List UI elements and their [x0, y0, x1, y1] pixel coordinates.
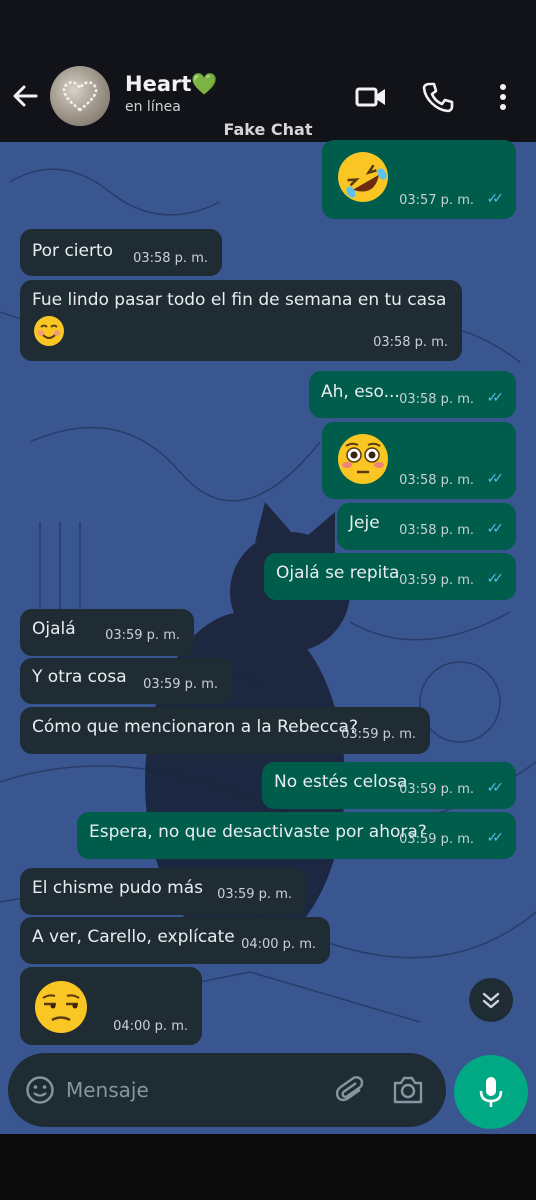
- bottom-bar: [0, 1134, 536, 1200]
- message-bubble-in[interactable]: Fue lindo pasar todo el fin de semana en…: [20, 280, 462, 361]
- contact-status: en línea: [125, 99, 181, 115]
- message-bubble-in[interactable]: El chisme pudo más 03:59 p. m.: [20, 868, 306, 915]
- message-time: 03:59 p. m.: [341, 727, 416, 742]
- message-time: 03:59 p. m.: [399, 832, 474, 847]
- message-bubble-in[interactable]: Y otra cosa 03:59 p. m.: [20, 658, 232, 704]
- message-bubble-out[interactable]: Ojalá se repita 03:59 p. m. ✓✓: [264, 553, 516, 600]
- message-time: 03:59 p. m.: [399, 782, 474, 797]
- more-options-icon[interactable]: [486, 80, 520, 114]
- message-input-bar[interactable]: Mensaje: [8, 1053, 446, 1127]
- read-ticks-icon: ✓✓: [486, 780, 505, 796]
- read-ticks-icon: ✓✓: [486, 521, 505, 537]
- read-ticks-icon: ✓✓: [486, 191, 505, 207]
- mic-button[interactable]: [454, 1055, 528, 1129]
- message-text: Fue lindo pasar todo el fin de semana en…: [32, 290, 447, 310]
- smiling-face-emoji-icon: [34, 316, 64, 346]
- mic-icon: [479, 1077, 503, 1107]
- back-arrow-icon[interactable]: [10, 80, 42, 112]
- message-bubble-out[interactable]: Espera, no que desactivaste por ahora? 0…: [77, 812, 516, 859]
- message-time: 03:58 p. m.: [399, 473, 474, 488]
- message-text: Y otra cosa: [32, 667, 127, 687]
- message-bubble-out[interactable]: Ah, eso... 03:58 p. m. ✓✓: [309, 371, 516, 418]
- message-text: Cómo que mencionaron a la Rebecca?: [32, 717, 358, 737]
- avatar[interactable]: [50, 66, 110, 126]
- message-time: 03:57 p. m.: [399, 193, 474, 208]
- message-bubble-in[interactable]: A ver, Carello, explícate 04:00 p. m.: [20, 917, 330, 964]
- message-time: 03:59 p. m.: [217, 887, 292, 902]
- rolling-laughing-emoji-icon: [338, 152, 388, 202]
- message-time: 03:58 p. m.: [133, 251, 208, 266]
- message-text: Ah, eso...: [321, 382, 400, 402]
- message-text: Jeje: [349, 513, 380, 533]
- message-text: Ojalá se repita: [276, 563, 400, 583]
- fake-chat-label: Fake Chat: [223, 120, 313, 139]
- message-time: 03:59 p. m.: [143, 677, 218, 692]
- message-bubble-out[interactable]: 03:57 p. m. ✓✓: [322, 140, 516, 219]
- message-text: A ver, Carello, explícate: [32, 927, 235, 947]
- message-bubble-out[interactable]: No estés celosa 03:59 p. m. ✓✓: [262, 762, 516, 809]
- message-bubble-in[interactable]: Ojalá 03:59 p. m.: [20, 609, 194, 656]
- read-ticks-icon: ✓✓: [486, 571, 505, 587]
- message-bubble-in[interactable]: Cómo que mencionaron a la Rebecca? 03:59…: [20, 707, 430, 754]
- message-text: El chisme pudo más: [32, 878, 203, 898]
- message-time: 03:58 p. m.: [399, 392, 474, 407]
- attach-icon[interactable]: [335, 1075, 367, 1107]
- chat-screen: Heart💚 en línea Fake Chat 03:57 p. m. ✓✓: [0, 0, 536, 1200]
- read-ticks-icon: ✓✓: [486, 390, 505, 406]
- read-ticks-icon: ✓✓: [486, 471, 505, 487]
- message-bubble-out[interactable]: 03:58 p. m. ✓✓: [322, 422, 516, 499]
- message-text: Espera, no que desactivaste por ahora?: [89, 822, 427, 842]
- message-time: 04:00 p. m.: [113, 1019, 188, 1034]
- flushed-face-emoji-icon: [338, 434, 388, 484]
- message-time: 03:58 p. m.: [373, 335, 448, 350]
- message-input[interactable]: Mensaje: [66, 1078, 149, 1102]
- scroll-down-button[interactable]: [469, 978, 513, 1022]
- message-bubble-in[interactable]: Por cierto 03:58 p. m.: [20, 229, 222, 276]
- message-text: Ojalá: [32, 619, 76, 639]
- message-time: 03:59 p. m.: [105, 628, 180, 643]
- scroll-down-icon: [482, 992, 500, 1009]
- message-bubble-out[interactable]: Jeje 03:58 p. m. ✓✓: [337, 503, 516, 550]
- message-text: No estés celosa: [274, 772, 408, 792]
- message-bubble-in[interactable]: 04:00 p. m.: [20, 967, 202, 1045]
- phone-icon[interactable]: [421, 80, 455, 114]
- message-time: 04:00 p. m.: [241, 937, 316, 952]
- read-ticks-icon: ✓✓: [486, 830, 505, 846]
- message-time: 03:59 p. m.: [399, 573, 474, 588]
- camera-icon[interactable]: [391, 1074, 425, 1106]
- video-call-icon[interactable]: [354, 80, 388, 114]
- message-time: 03:58 p. m.: [399, 523, 474, 538]
- emoji-icon[interactable]: [25, 1075, 55, 1105]
- contact-name[interactable]: Heart💚: [125, 72, 218, 97]
- message-text: Por cierto: [32, 241, 114, 261]
- unamused-face-emoji-icon: [35, 981, 87, 1033]
